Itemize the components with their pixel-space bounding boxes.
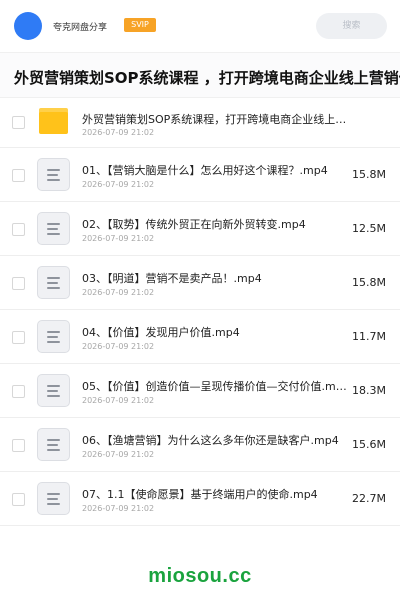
file-size: 12.5M <box>352 222 386 235</box>
share-title-bar: 外贸营销策划SOP系统课程 ，打开跨境电商企业线上营销体系 <box>0 52 400 98</box>
select-checkbox[interactable] <box>12 385 25 398</box>
select-checkbox[interactable] <box>12 331 25 344</box>
select-checkbox[interactable] <box>12 116 25 129</box>
list-item[interactable]: 07、1.1【使命愿景】基于终端用户的使命.mp4 2026-07-09 21:… <box>0 472 400 526</box>
file-date: 2026-07-09 21:02 <box>82 450 155 459</box>
file-name[interactable]: 03、【明道】营销不是卖产品！.mp4 <box>82 270 347 286</box>
file-date: 2026-07-09 21:02 <box>82 504 155 513</box>
list-item[interactable]: 01、【营销大脑是什么】怎么用好这个课程？.mp4 2026-07-09 21:… <box>0 148 400 202</box>
select-checkbox[interactable] <box>12 223 25 236</box>
document-icon <box>37 212 70 245</box>
list-item[interactable]: 05、【价值】创造价值—呈现传播价值—交付价值.mp4 2026-07-09 2… <box>0 364 400 418</box>
select-checkbox[interactable] <box>12 277 25 290</box>
file-name[interactable]: 07、1.1【使命愿景】基于终端用户的使命.mp4 <box>82 486 347 502</box>
svip-badge: SVIP <box>124 18 156 32</box>
select-checkbox[interactable] <box>12 493 25 506</box>
file-name[interactable]: 01、【营销大脑是什么】怎么用好这个课程？.mp4 <box>82 162 347 178</box>
document-icon <box>37 428 70 461</box>
watermark-text: miosou.cc <box>148 565 252 587</box>
file-date: 2026-07-09 21:02 <box>82 234 155 243</box>
list-item[interactable]: 06、【渔塘营销】为什么这么多年你还是缺客户.mp4 2026-07-09 21… <box>0 418 400 472</box>
search-button[interactable]: 搜索 <box>316 13 387 39</box>
document-icon <box>37 374 70 407</box>
header-bar: 夸克网盘分享 SVIP 搜索 <box>0 0 400 52</box>
document-icon <box>37 158 70 191</box>
list-item[interactable]: 外贸营销策划SOP系统课程，打开跨境电商企业线上营销体系 2026-07-09 … <box>0 98 400 148</box>
document-icon <box>37 266 70 299</box>
file-list: 外贸营销策划SOP系统课程，打开跨境电商企业线上营销体系 2026-07-09 … <box>0 98 400 526</box>
avatar[interactable] <box>14 12 42 40</box>
file-size: 11.7M <box>352 330 386 343</box>
share-title: 外贸营销策划SOP系统课程 ，打开跨境电商企业线上营销体系 <box>14 69 400 87</box>
document-icon <box>37 482 70 515</box>
file-size: 15.6M <box>352 438 386 451</box>
file-date: 2026-07-09 21:02 <box>82 288 155 297</box>
file-name[interactable]: 02、【取势】传统外贸正在向新外贸转变.mp4 <box>82 216 347 232</box>
file-size: 15.8M <box>352 168 386 181</box>
file-name[interactable]: 04、【价值】发现用户价值.mp4 <box>82 324 347 340</box>
file-size: 22.7M <box>352 492 386 505</box>
file-size: 18.3M <box>352 384 386 397</box>
file-name[interactable]: 外贸营销策划SOP系统课程，打开跨境电商企业线上营销体系 <box>82 111 357 127</box>
file-size: 15.8M <box>352 276 386 289</box>
select-checkbox[interactable] <box>12 439 25 452</box>
list-item[interactable]: 04、【价值】发现用户价值.mp4 2026-07-09 21:02 11.7M <box>0 310 400 364</box>
file-date: 2026-07-09 21:02 <box>82 128 155 137</box>
file-date: 2026-07-09 21:02 <box>82 396 155 405</box>
select-checkbox[interactable] <box>12 169 25 182</box>
list-item[interactable]: 02、【取势】传统外贸正在向新外贸转变.mp4 2026-07-09 21:02… <box>0 202 400 256</box>
file-date: 2026-07-09 21:02 <box>82 342 155 351</box>
file-date: 2026-07-09 21:02 <box>82 180 155 189</box>
list-item[interactable]: 03、【明道】营销不是卖产品！.mp4 2026-07-09 21:02 15.… <box>0 256 400 310</box>
folder-icon <box>39 108 68 134</box>
document-icon <box>37 320 70 353</box>
file-name[interactable]: 06、【渔塘营销】为什么这么多年你还是缺客户.mp4 <box>82 432 347 448</box>
file-name[interactable]: 05、【价值】创造价值—呈现传播价值—交付价值.mp4 <box>82 378 347 394</box>
folder-body <box>39 112 68 134</box>
app-name: 夸克网盘分享 <box>53 23 108 33</box>
